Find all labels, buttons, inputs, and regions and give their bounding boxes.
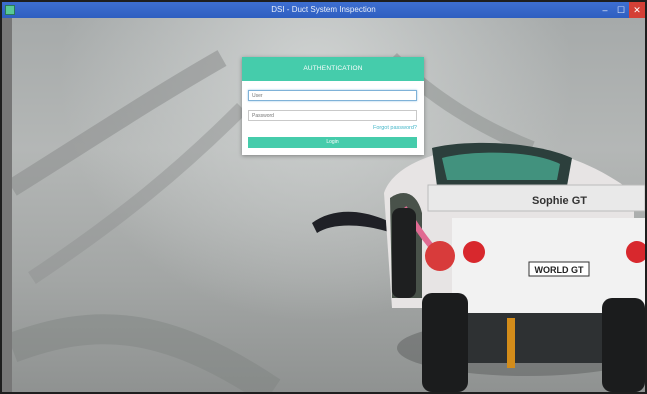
login-header: AUTHENTICATION: [242, 57, 424, 81]
close-icon[interactable]: ✕: [629, 2, 645, 18]
minimize-icon[interactable]: –: [597, 2, 613, 18]
window-title: DSI - Duct System Inspection: [271, 5, 376, 14]
car-plate-text: WORLD GT: [535, 265, 584, 275]
login-button[interactable]: Login: [248, 137, 417, 148]
title-bar[interactable]: DSI - Duct System Inspection – ☐ ✕: [2, 2, 645, 18]
car-wing-label: Sophie GT: [532, 195, 587, 207]
window-controls: – ☐ ✕: [597, 2, 645, 18]
forgot-password-link[interactable]: Forgot password?: [373, 125, 417, 131]
username-input[interactable]: [248, 90, 417, 101]
maximize-icon[interactable]: ☐: [613, 2, 629, 18]
login-panel: AUTHENTICATION Forgot password? Login: [242, 57, 424, 155]
password-input[interactable]: [248, 110, 417, 121]
app-icon: [5, 5, 15, 15]
